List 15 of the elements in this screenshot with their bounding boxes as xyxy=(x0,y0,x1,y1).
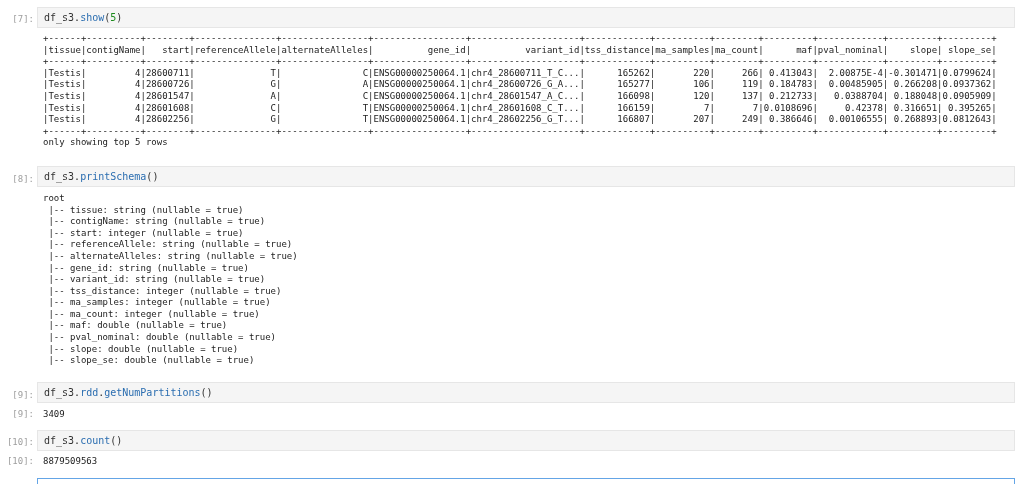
output-prompt: [10]: xyxy=(6,456,34,467)
code-input[interactable]: df_s3.count() xyxy=(37,429,1015,451)
selected-empty-cell[interactable] xyxy=(37,478,1015,484)
cell-output: 3409 xyxy=(42,408,65,421)
cell-output: +------+----------+--------+---------------+----------------+-----------------+--------------------+------------+----------+--------+---------+------------+---------+---------+ |tissue|contigName| start|referenceAllele|alternateAlleles| gene_id| variant_id|tss_distance|ma_samples|ma_count| maf|pval_nominal| slope| slope_se| +------+----------+--------+---------------+----------------+-----------------+--------------------+------------+----------+--------+---------+------------+---------+---------+ |Testis| 4|28600711| T| C|ENSG00000250064.1|chr4_28600711_T_C...| 165262| 220| 266| 0.413043| 2.00875E-4|-0.301471|0.0799624| |Testis| 4|28600726| G| A|ENSG00000250064.1|chr4_28600726_G_A...| 165277| 106| 119| 0.184783| 0.00485905| 0.266208|0.0937362| |Testis| 4|28601547| A| C|ENSG00000250064.1|chr4_28601547_A_C...| 166098| 120| 137| 0.212733| 0.0388704| 0.188048|0.0905909| |Testis| 4|28601608| C| T|ENSG00000250064.1|chr4_28601608_C_T...| 166159| 7| 7|0.0108696| 0.42378| 0.316651| 0.395265| |Testis| 4|28602256| G| T|ENSG00000250064.1|chr4_28602256_G_T...| 166807| 207| 249| 0.386646| 0.00106555| 0.268893|0.0812643| +------+----------+--------+---------------+----------------+-----------------+--------------------+------------+----------+--------+---------+------------+---------+---------+ only showing top 5 rows xyxy=(42,33,997,149)
code-input[interactable]: df_s3.rdd.getNumPartitions() xyxy=(37,382,1015,404)
input-prompt: [9]: xyxy=(12,389,34,400)
input-prompt: [7]: xyxy=(12,14,34,24)
code-input[interactable]: df_s3.printSchema() xyxy=(37,166,1015,188)
cell-output: root |-- tissue: string (nullable = true) |-- contigName: string (nullable = true) |-- start: integer (nullable = true) |-- referenceAllele: string (nullable = true) |-- alternateAlleles: string (nullable = true) |-- gene_id: string (nullable = true) |-- variant_id: string (nullable = true) |-- tss_distance: integer (nullable = true) |-- ma_samples: integer (nullable = true) |-- ma_count: integer (nullable = true) |-- maf: double (nullable = true) |-- pval_nominal: double (nullable = true) |-- slope: double (nullable = true) |-- slope_se: double (nullable = true) xyxy=(42,192,298,367)
input-prompt: [8]: xyxy=(12,173,34,184)
output-prompt: [9]: xyxy=(12,408,34,419)
code-input[interactable]: df_s3.show(5) xyxy=(37,6,1015,28)
input-prompt: [10]: xyxy=(6,437,34,448)
cell-output: 8879509563 xyxy=(42,456,98,469)
